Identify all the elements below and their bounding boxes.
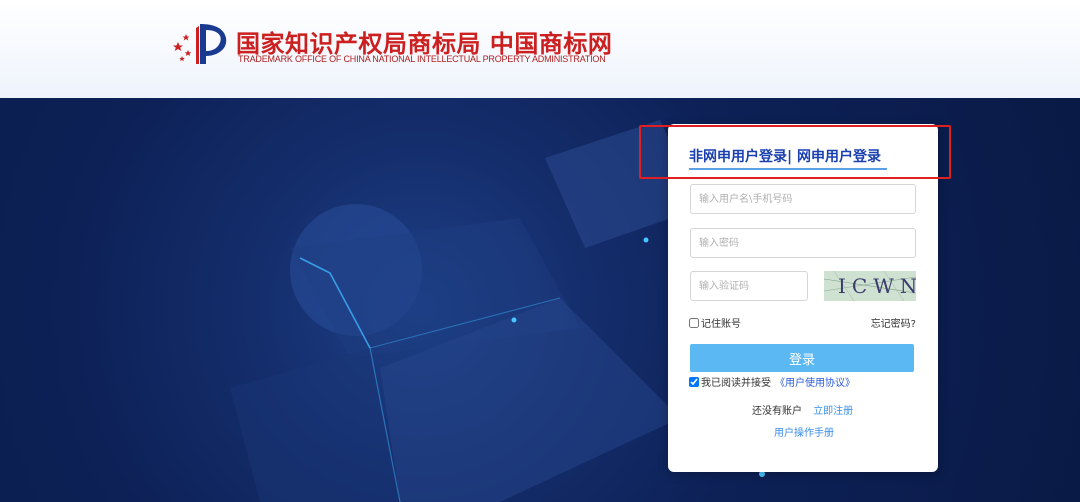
agree-checkbox[interactable] [689,376,699,387]
login-button[interactable]: 登录 [690,344,914,372]
remember-account[interactable]: 记住账号 [689,315,741,330]
agreement-row[interactable]: 我已阅读并接受 《用户使用协议》 [689,374,855,389]
forgot-password-link[interactable]: 忘记密码? [871,315,916,330]
captcha-image[interactable]: ICWN [824,271,916,301]
user-agreement-link[interactable]: 《用户使用协议》 [775,374,855,389]
site-subtitle: TRADEMARK OFFICE OF CHINA NATIONAL INTEL… [238,54,606,64]
no-account-label: 还没有账户 [752,406,802,417]
trademark-emblem-icon [173,24,227,64]
remember-label: 记住账号 [701,319,741,330]
password-input[interactable] [690,228,916,258]
site-header: 国家知识产权局商标局 中国商标网 TRADEMARK OFFICE OF CHI… [0,0,1080,98]
username-input[interactable] [690,184,916,214]
agree-label: 我已阅读并接受 [701,378,771,389]
remember-checkbox[interactable] [689,317,699,328]
highlight-annotation-box [639,125,951,179]
no-account-row: 还没有账户 立即注册 [752,402,853,417]
user-manual-link[interactable]: 用户操作手册 [774,424,834,439]
register-link[interactable]: 立即注册 [813,406,853,417]
captcha-input[interactable] [690,271,808,301]
captcha-text: ICWN [838,274,916,298]
